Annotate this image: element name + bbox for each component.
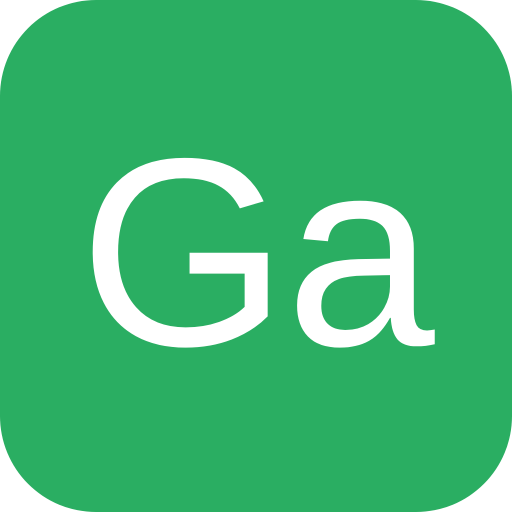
icon-label: Ga: [79, 102, 435, 402]
app-icon-tile: Ga: [0, 0, 512, 512]
